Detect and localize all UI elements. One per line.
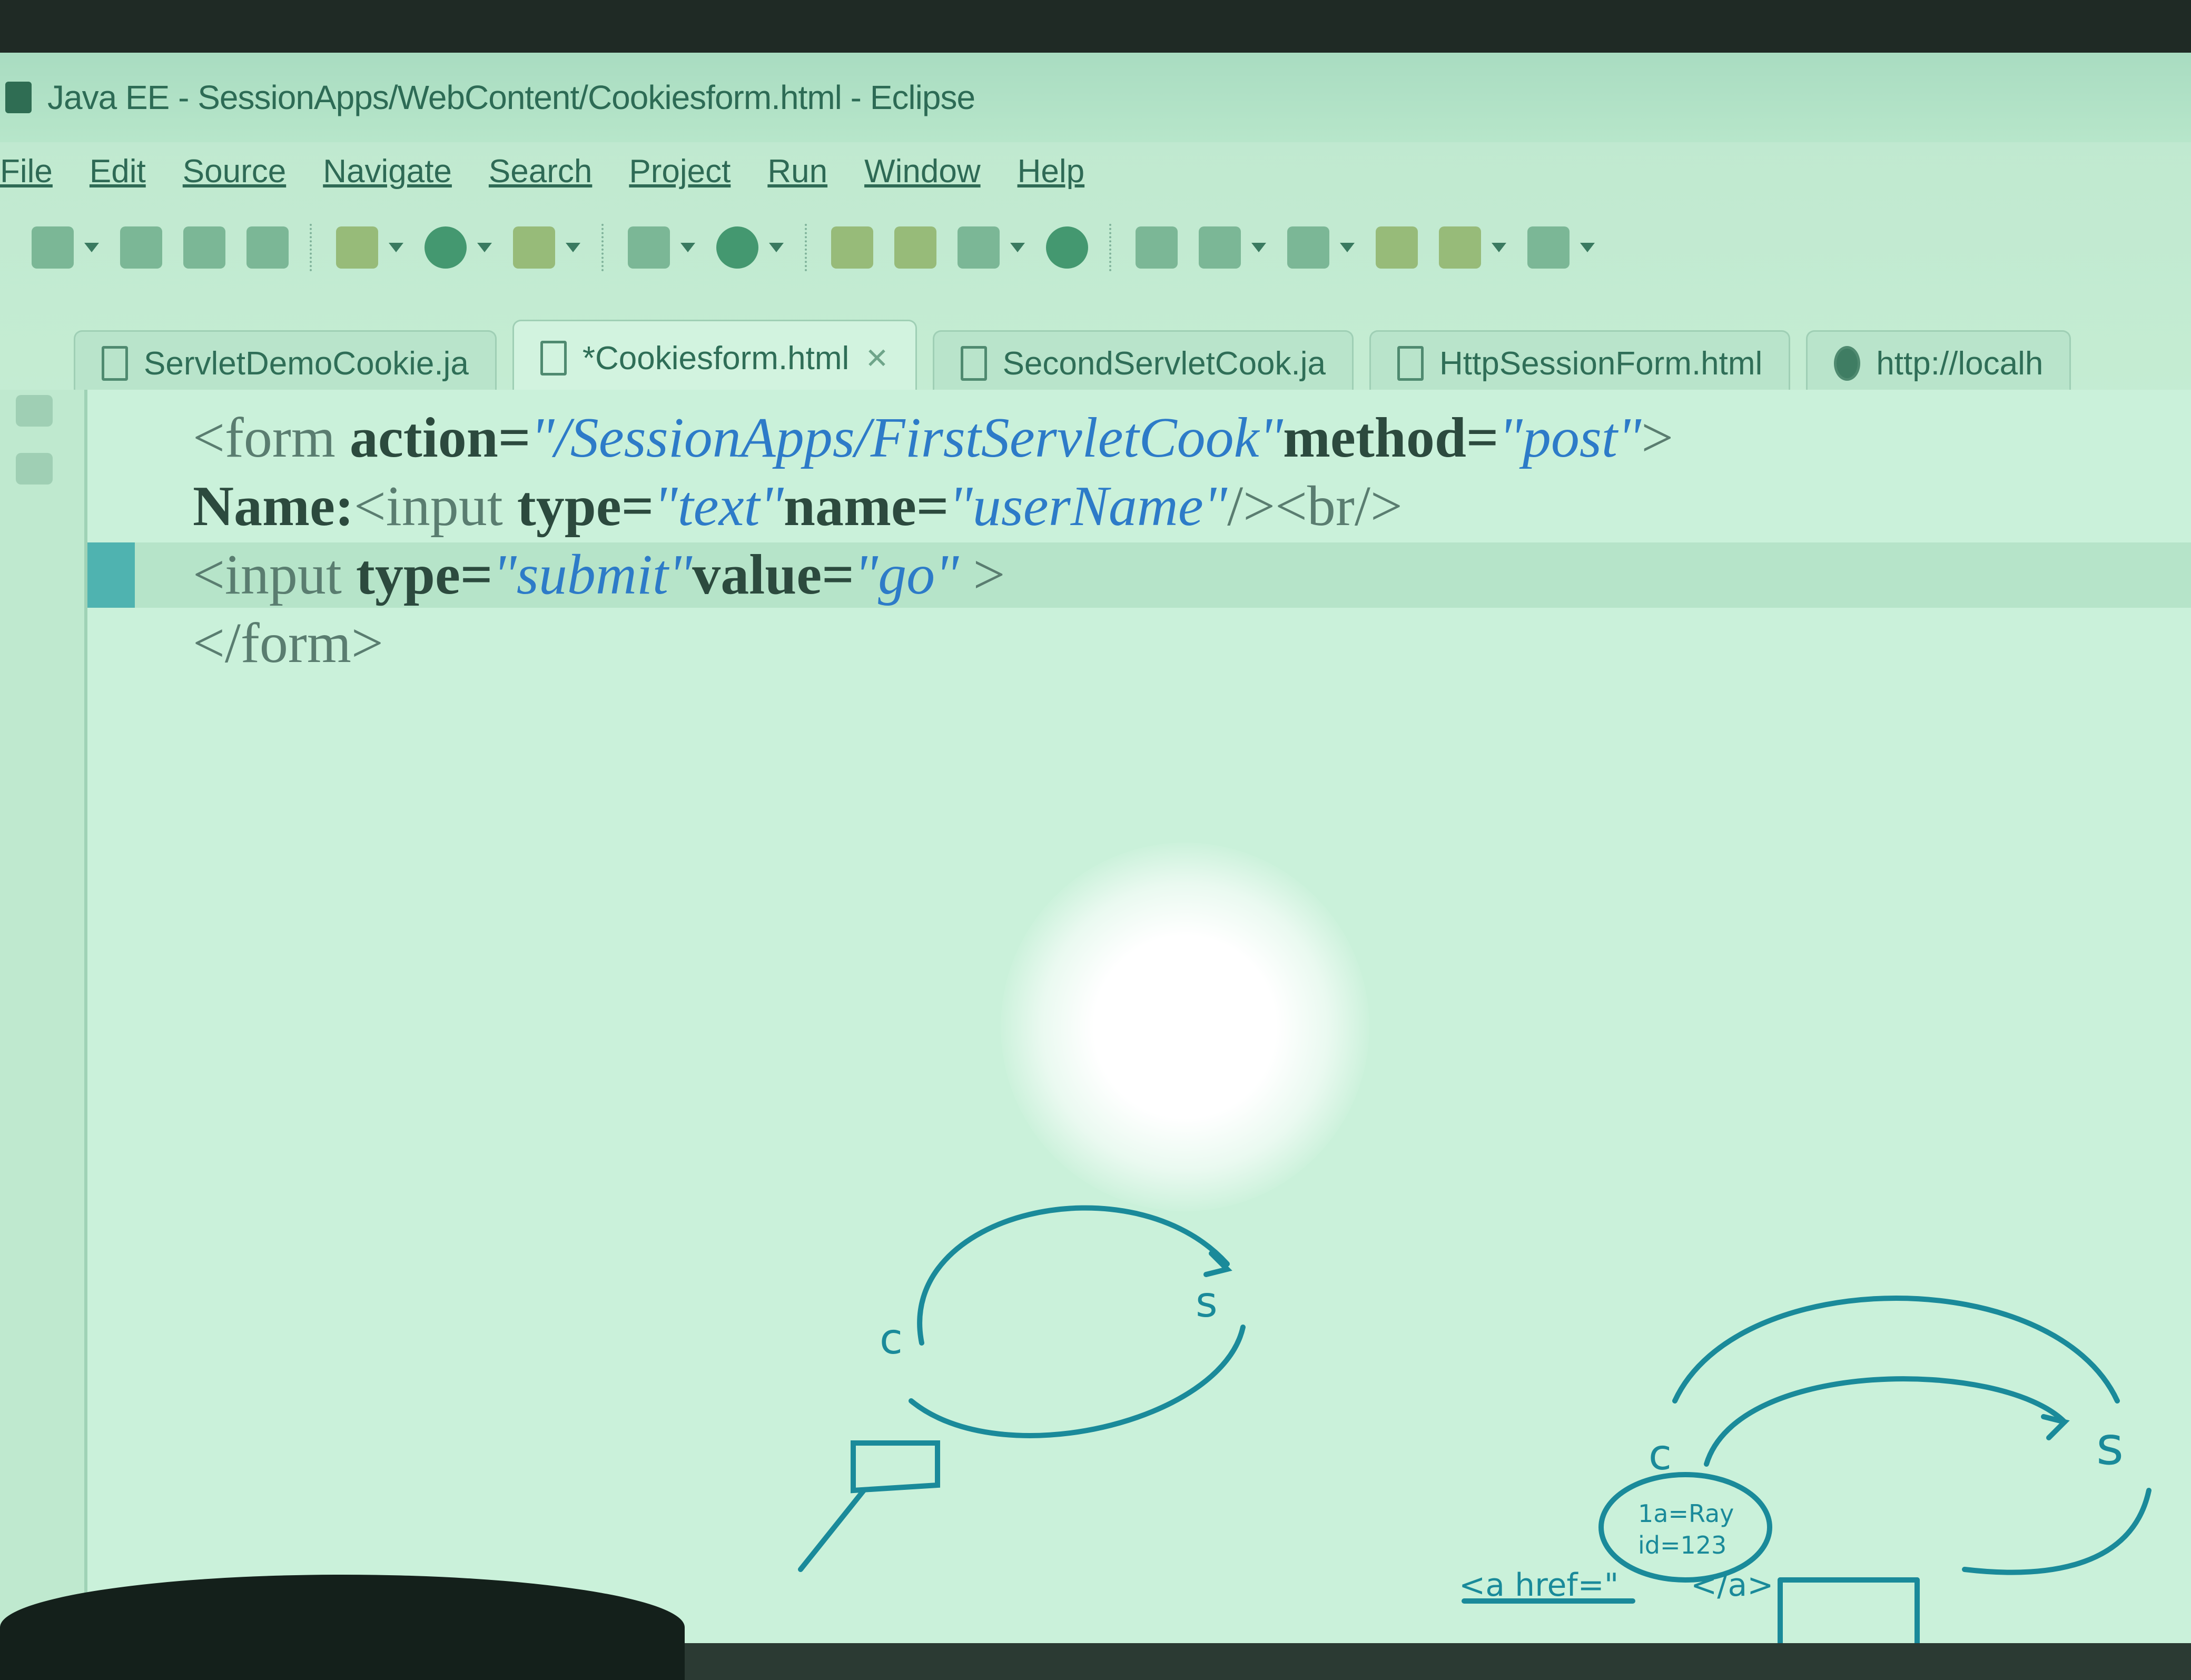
projected-screen: Java EE - SessionApps/WebContent/Cookies… [0,53,2191,1643]
request-arrow-outer [1672,1296,2120,1404]
anchor-tag-end-note: </a> [1691,1567,1774,1604]
cookie-note-1: 1a=Ray [1638,1499,1734,1528]
arrow-head [2041,1414,2070,1440]
request-arrow [917,1205,1230,1346]
pointer-line [798,1488,866,1572]
anchor-tag-note: <a href=" [1459,1567,1618,1604]
client-label-right: c [1649,1430,1672,1479]
foreground-shadow [0,1575,685,1680]
cookie-note-2: id=123 [1638,1531,1726,1559]
background-top [0,0,2191,53]
server-label-right: s [2096,1415,2124,1477]
left-diagram [798,1205,1246,1572]
response-arrow [1962,1488,2151,1575]
handwritten-annotations: c s c s 1a=Ray id=123 <a href=" </a> [798,1205,2151,1643]
server-label-left: s [1196,1278,1218,1327]
arrow-head [1203,1251,1232,1277]
response-arrow [909,1325,1246,1438]
cookie-box [851,1440,940,1494]
client-label-left: c [880,1315,903,1363]
request-arrow-inner [1704,1376,2067,1467]
